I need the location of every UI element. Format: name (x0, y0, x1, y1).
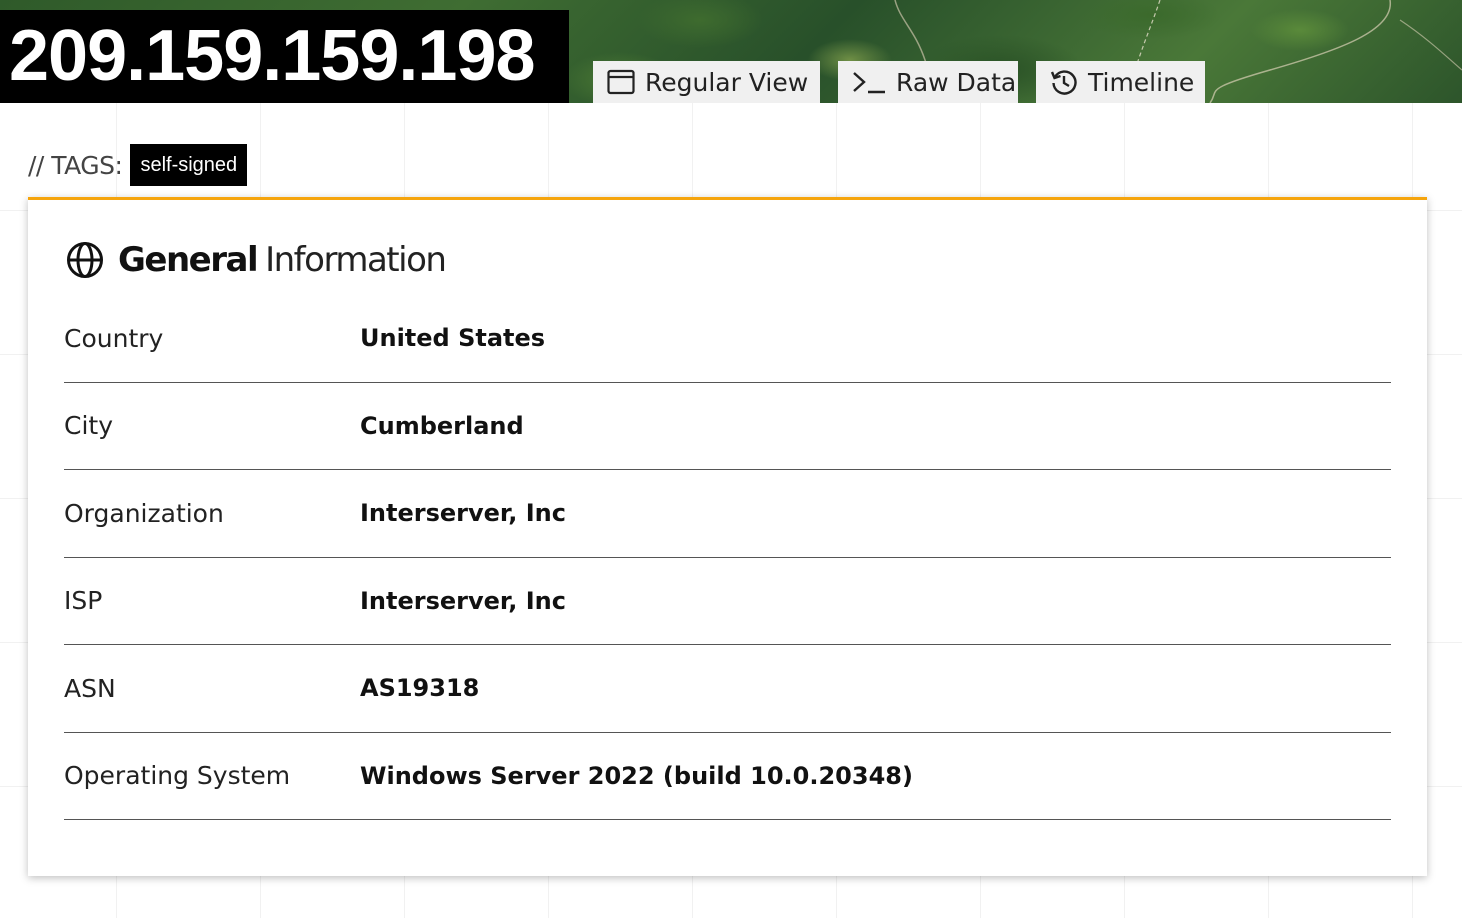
table-row: Country United States (64, 295, 1391, 383)
card-title-light: Information (265, 240, 447, 280)
info-value: Interserver, Inc (360, 586, 566, 615)
info-key: ISP (64, 586, 103, 616)
tab-timeline[interactable]: Timeline (1036, 61, 1205, 103)
table-row: ASN AS19318 (64, 645, 1391, 733)
table-row: ISP Interserver, Inc (64, 558, 1391, 645)
history-icon (1050, 68, 1078, 96)
card-title-bold: General (118, 240, 259, 280)
tags-label: // TAGS: (28, 150, 123, 180)
info-value: Windows Server 2022 (build 10.0.20348) (360, 761, 913, 790)
info-key: Operating System (64, 761, 291, 791)
info-key: ASN (64, 673, 116, 703)
info-key: Country (64, 323, 164, 353)
tab-timeline-label: Timeline (1088, 67, 1195, 97)
ip-address-title: 209.159.159.198 (0, 10, 569, 103)
tab-regular-view[interactable]: Regular View (593, 61, 820, 103)
terminal-icon (852, 69, 886, 95)
info-value: United States (360, 324, 546, 353)
info-value: Interserver, Inc (360, 499, 566, 528)
globe-icon (66, 241, 104, 279)
browser-window-icon (607, 69, 635, 95)
info-value: Cumberland (360, 411, 524, 440)
info-table: Country United States City Cumberland Or… (64, 295, 1391, 820)
tags-row: // TAGS: self-signed (28, 144, 248, 186)
info-value: AS19318 (360, 674, 480, 703)
tag-badge-self-signed[interactable]: self-signed (130, 144, 248, 186)
page: 209.159.159.198 Regular View Raw Data Ti… (0, 0, 1462, 918)
general-information-card: General Information Country United State… (28, 197, 1427, 876)
table-row: Organization Interserver, Inc (64, 470, 1391, 558)
info-key: City (64, 411, 113, 441)
tab-raw-data[interactable]: Raw Data (838, 61, 1018, 103)
table-row: City Cumberland (64, 383, 1391, 470)
table-row: Operating System Windows Server 2022 (bu… (64, 733, 1391, 820)
card-header: General Information (66, 240, 447, 280)
tab-regular-view-label: Regular View (645, 67, 809, 97)
tab-raw-data-label: Raw Data (896, 67, 1017, 97)
info-key: Organization (64, 498, 224, 528)
